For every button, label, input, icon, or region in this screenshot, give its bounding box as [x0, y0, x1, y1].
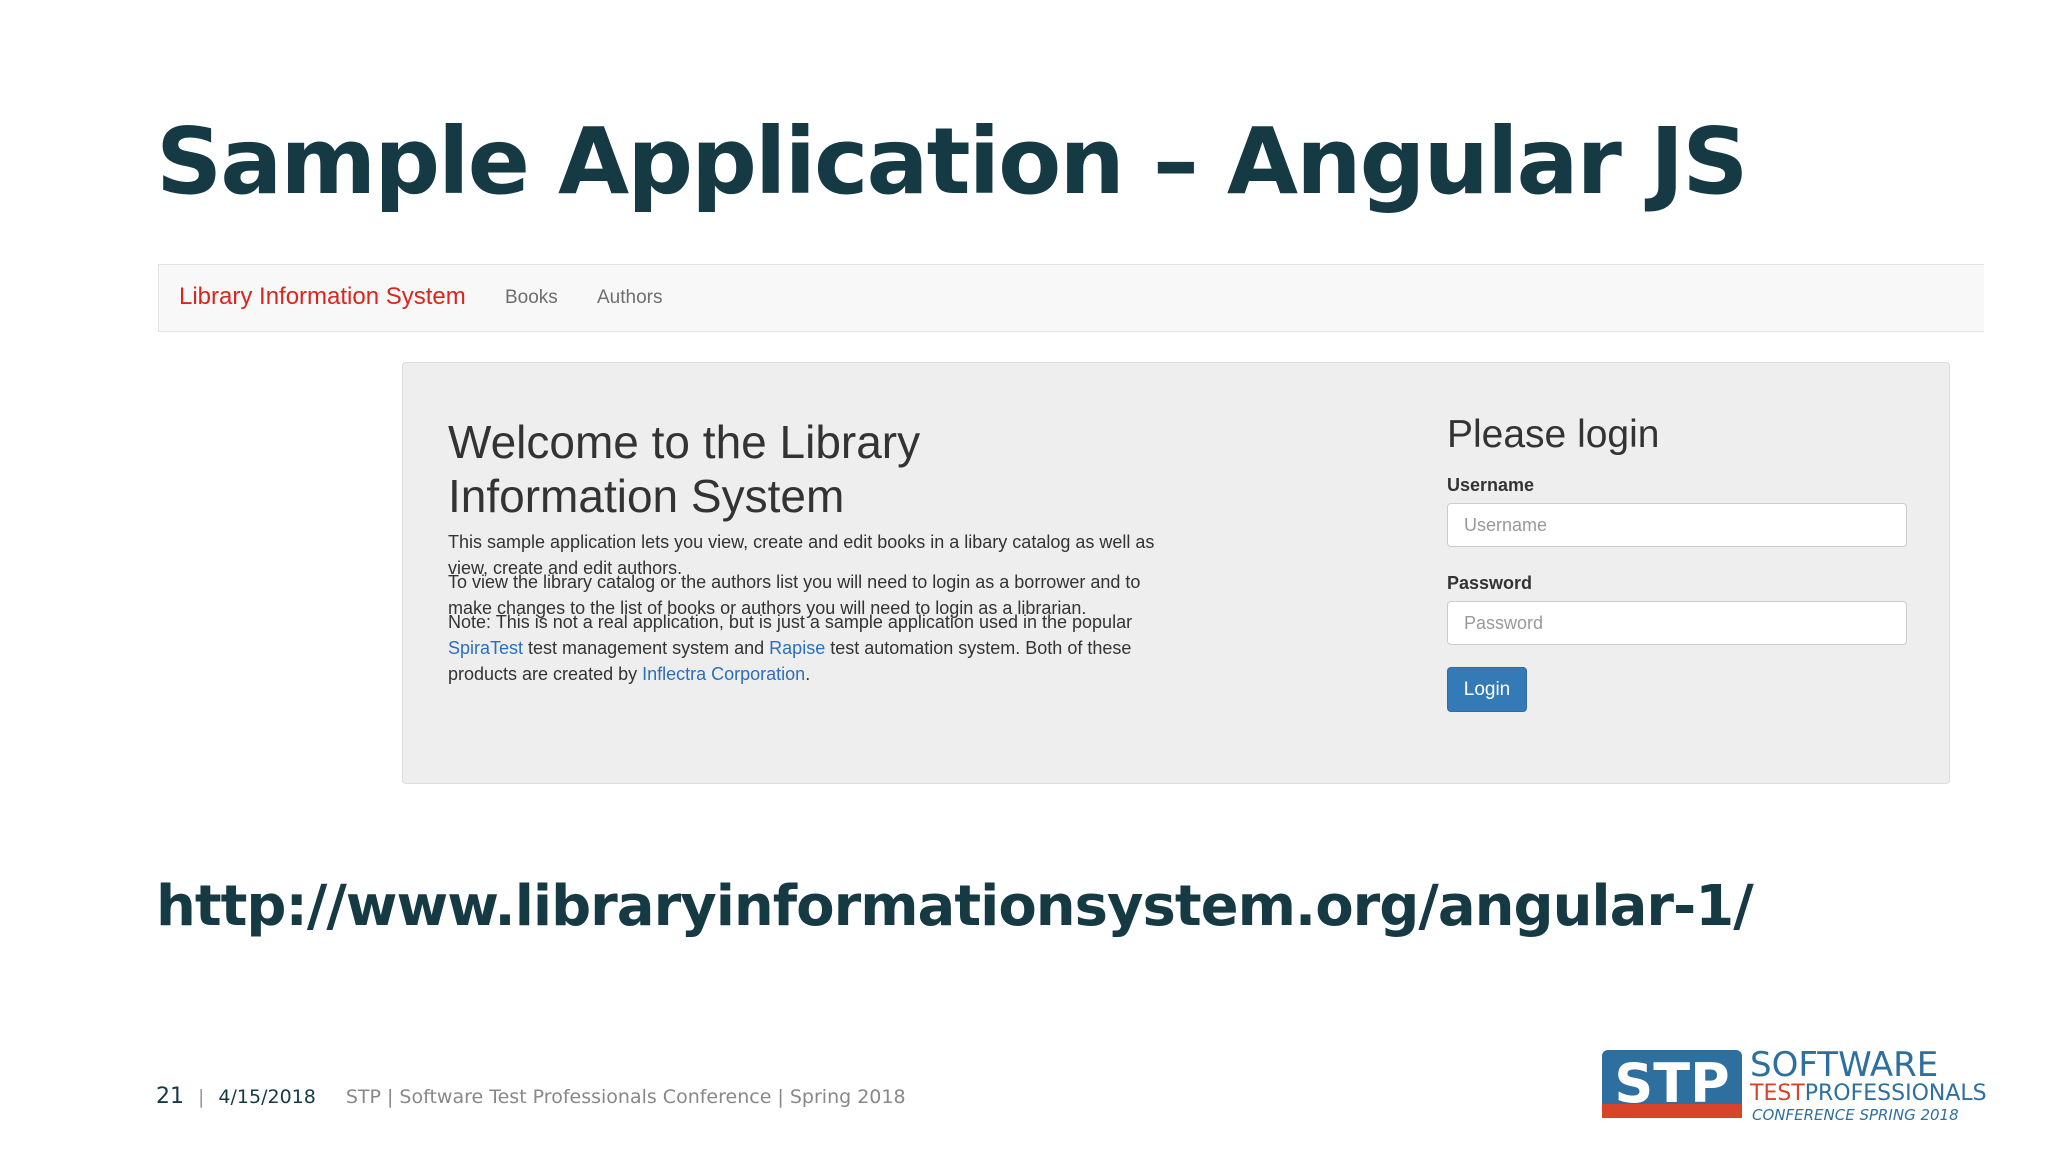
login-button[interactable]: Login — [1447, 667, 1527, 712]
note-text-4: . — [805, 664, 811, 684]
stp-logo: STP SOFTWARE TESTPROFESSIONALS CONFERENC… — [1602, 1046, 1987, 1124]
navbar-brand[interactable]: Library Information System — [179, 283, 466, 311]
logo-line-software: SOFTWARE — [1750, 1046, 1938, 1085]
app-screenshot: Library Information System Books Authors… — [158, 262, 1984, 802]
footer-conference: STP | Software Test Professionals Confer… — [345, 1086, 906, 1108]
welcome-panel: Welcome to the Library Information Syste… — [402, 362, 1950, 784]
logo-line-test-professionals: TESTPROFESSIONALS — [1749, 1081, 1987, 1106]
username-input[interactable] — [1447, 503, 1907, 547]
app-url: http://www.libraryinformationsystem.org/… — [156, 874, 1754, 939]
rapise-link[interactable]: Rapise — [769, 638, 825, 658]
slide-footer: 21 | 4/15/2018 STP | Software Test Professi… — [156, 1084, 906, 1109]
password-label: Password — [1447, 573, 1533, 593]
note-text-1: Note: This is not a real application, bu… — [448, 612, 1133, 632]
nav-link-books[interactable]: Books — [505, 287, 558, 309]
logo-word-test: TEST — [1749, 1081, 1805, 1106]
nav-link-authors[interactable]: Authors — [597, 287, 662, 309]
app-navbar: Library Information System Books Authors — [158, 264, 1984, 332]
footer-separator: | — [198, 1086, 205, 1108]
password-input[interactable] — [1447, 601, 1907, 645]
slide-title: Sample Application – Angular JS — [156, 108, 1748, 215]
spiratest-link[interactable]: SpiraTest — [448, 638, 523, 658]
welcome-heading: Welcome to the Library Information Syste… — [448, 416, 921, 522]
logo-line-conference: CONFERENCE SPRING 2018 — [1752, 1106, 1959, 1124]
username-label: Username — [1447, 475, 1535, 495]
logo-word-professionals: PROFESSIONALS — [1805, 1081, 1987, 1106]
footer-date: 4/15/2018 — [218, 1086, 316, 1108]
page-number: 21 — [156, 1084, 184, 1109]
note-paragraph: Note: This is not a real application, bu… — [448, 609, 1178, 687]
login-heading: Please login — [1447, 413, 1660, 456]
inflectra-link[interactable]: Inflectra Corporation — [642, 664, 805, 684]
note-text-2: test management system and — [523, 638, 770, 658]
logo-mark-text: STP — [1614, 1052, 1729, 1115]
